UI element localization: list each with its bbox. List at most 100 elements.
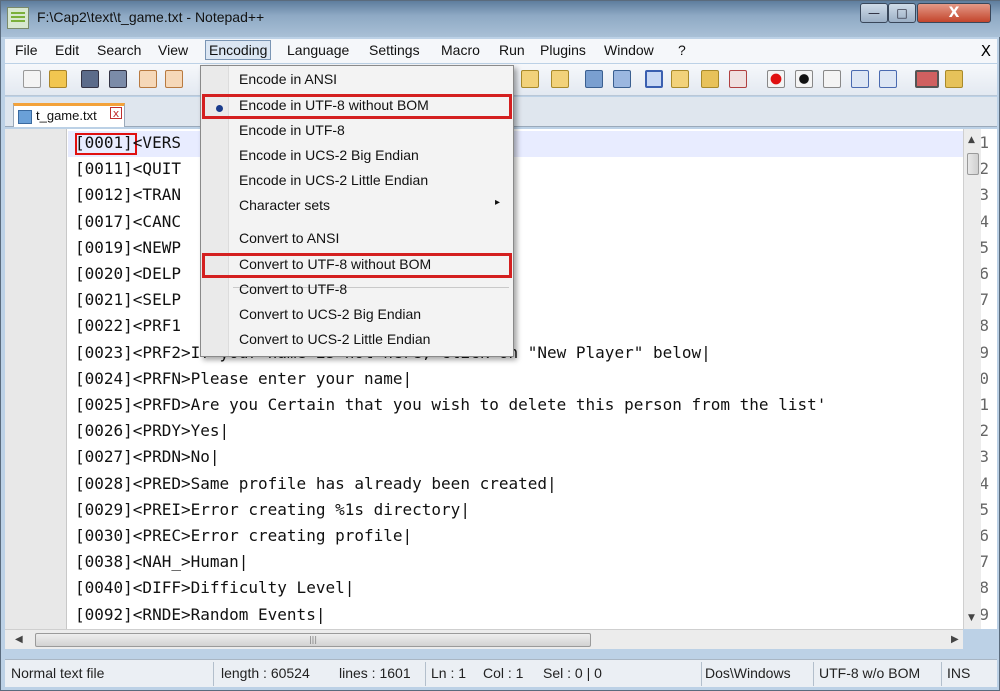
line-number-gutter xyxy=(5,129,67,629)
menu-search[interactable]: Search xyxy=(97,42,141,58)
code-line[interactable]: [0038]<NAH_>Human| xyxy=(75,552,248,571)
zoom-in-icon[interactable] xyxy=(521,70,539,88)
menu-item-encode-in-ansi[interactable]: Encode in ANSI xyxy=(202,68,512,93)
status-encoding: UTF-8 w/o BOM xyxy=(819,665,921,681)
code-line[interactable]: [0025]<PRFD>Are you Certain that you wis… xyxy=(75,395,826,414)
run-macro-multiple-icon[interactable] xyxy=(851,70,869,88)
code-line[interactable]: [0040]<DIFF>Difficulty Level| xyxy=(75,578,354,597)
status-sel: Sel : 0 | 0 xyxy=(543,665,602,681)
menu-item-label: Convert to UTF-8 without BOM xyxy=(239,256,432,272)
menu-encoding[interactable]: Encoding xyxy=(205,40,272,60)
indent-guide-icon[interactable] xyxy=(671,70,689,88)
open-file-icon[interactable] xyxy=(49,70,67,88)
menu-item-convert-to-utf-8-without-bom[interactable]: Convert to UTF-8 without BOM xyxy=(202,253,512,278)
menu-item-label: Convert to ANSI xyxy=(239,230,340,246)
menu-macro[interactable]: Macro xyxy=(441,42,480,58)
close-all-icon[interactable] xyxy=(165,70,183,88)
play-macro-icon[interactable] xyxy=(823,70,841,88)
status-col: Col : 1 xyxy=(483,665,524,681)
scroll-right-arrow-icon[interactable]: ▶ xyxy=(951,634,959,645)
menu-window[interactable]: Window xyxy=(604,42,654,58)
menu-item-encode-in-utf-8-without-bom[interactable]: Encode in UTF-8 without BOM xyxy=(202,94,512,119)
menu-item-character-sets[interactable]: Character sets ▸ xyxy=(202,194,512,219)
menu-item-encode-in-ucs-2-big-endian[interactable]: Encode in UCS-2 Big Endian xyxy=(202,144,512,169)
scroll-left-arrow-icon[interactable]: ◀ xyxy=(15,634,23,645)
menu-view[interactable]: View xyxy=(158,42,188,58)
scroll-down-arrow-icon[interactable]: ▼ xyxy=(968,613,975,623)
code-line[interactable]: [0030]<PREC>Error creating profile| xyxy=(75,526,412,545)
code-line[interactable]: [0001]<VERS xyxy=(75,133,181,152)
code-line[interactable]: [0021]<SELP xyxy=(75,290,181,309)
menu-help[interactable]: ? xyxy=(678,42,686,58)
folder-icon[interactable] xyxy=(701,70,719,88)
new-file-icon[interactable] xyxy=(23,70,41,88)
notepadpp-window: F:\Cap2\text\t_game.txt - Notepad++ — □ … xyxy=(0,0,1000,691)
tab-label: t_game.txt xyxy=(36,108,97,123)
menu-edit[interactable]: Edit xyxy=(55,42,79,58)
status-eol: Dos\Windows xyxy=(705,665,791,681)
menu-file[interactable]: File xyxy=(15,42,38,58)
menu-item-label: Encode in ANSI xyxy=(239,71,338,87)
menu-item-convert-to-ansi[interactable]: Convert to ANSI xyxy=(202,227,512,252)
spell-check-icon[interactable] xyxy=(915,70,939,88)
menu-settings[interactable]: Settings xyxy=(369,42,420,58)
vertical-scroll-thumb[interactable] xyxy=(967,153,979,175)
close-icon[interactable] xyxy=(139,70,157,88)
misc-icon[interactable] xyxy=(945,70,963,88)
close-window-button[interactable]: X xyxy=(917,3,991,23)
menu-item-convert-to-utf-8[interactable]: Convert to UTF-8 xyxy=(202,278,512,303)
menu-item-convert-to-ucs-2-big-endian[interactable]: Convert to UCS-2 Big Endian xyxy=(202,303,512,328)
status-separator xyxy=(213,662,214,686)
status-file-type: Normal text file xyxy=(11,665,105,681)
code-line[interactable]: [0092]<RNDE>Random Events| xyxy=(75,605,325,624)
window-title: F:\Cap2\text\t_game.txt - Notepad++ xyxy=(37,9,265,25)
menu-language[interactable]: Language xyxy=(287,42,349,58)
status-separator xyxy=(813,662,814,686)
zoom-out-icon[interactable] xyxy=(551,70,569,88)
save-all-icon[interactable] xyxy=(109,70,127,88)
record-macro-icon[interactable] xyxy=(767,70,785,88)
horizontal-scrollbar[interactable]: ◀ ||| ▶ xyxy=(5,629,963,649)
encoding-dropdown-menu: Encode in ANSI Encode in UTF-8 without BO… xyxy=(200,65,514,357)
menu-item-encode-in-ucs-2-little-endian[interactable]: Encode in UCS-2 Little Endian xyxy=(202,169,512,194)
document-icon xyxy=(18,110,32,124)
save-icon[interactable] xyxy=(81,70,99,88)
show-all-chars-icon[interactable] xyxy=(645,70,663,88)
menu-run[interactable]: Run xyxy=(499,42,525,58)
save-macro-icon[interactable] xyxy=(879,70,897,88)
code-line[interactable]: [0026]<PRDY>Yes| xyxy=(75,421,229,440)
code-line[interactable]: [0012]<TRAN xyxy=(75,185,181,204)
status-lines: lines : 1601 xyxy=(339,665,411,681)
code-line[interactable]: [0028]<PRED>Same profile has already bee… xyxy=(75,474,557,493)
code-line[interactable]: [0019]<NEWP xyxy=(75,238,181,257)
selected-radio-icon xyxy=(216,105,223,112)
word-wrap-icon[interactable] xyxy=(613,70,631,88)
menu-plugins[interactable]: Plugins xyxy=(540,42,586,58)
code-line[interactable]: [0027]<PRDN>No| xyxy=(75,447,220,466)
minimize-button[interactable]: — xyxy=(860,3,888,23)
horizontal-scroll-thumb[interactable]: ||| xyxy=(35,633,591,647)
tab-close-icon[interactable]: x xyxy=(110,107,122,120)
scroll-up-arrow-icon[interactable]: ▲ xyxy=(968,135,975,145)
status-ln: Ln : 1 xyxy=(431,665,467,681)
vertical-scrollbar[interactable]: ▲ ▼ xyxy=(963,129,981,629)
maximize-button[interactable]: □ xyxy=(888,3,916,23)
menu-bar: File Edit Search View Encoding Language … xyxy=(5,39,997,63)
doc-map-icon[interactable] xyxy=(729,70,747,88)
code-line[interactable]: [0024]<PRFN>Please enter your name| xyxy=(75,369,412,388)
code-line[interactable]: [0011]<QUIT xyxy=(75,159,181,178)
stop-record-icon[interactable] xyxy=(795,70,813,88)
code-line[interactable]: [0017]<CANC xyxy=(75,212,181,231)
menu-item-label: Encode in UCS-2 Big Endian xyxy=(239,147,419,163)
code-line[interactable]: [0020]<DELP xyxy=(75,264,181,283)
close-document-icon[interactable]: X xyxy=(981,42,991,60)
sync-scroll-icon[interactable] xyxy=(585,70,603,88)
tab-t-game[interactable]: t_game.txt x xyxy=(13,103,125,127)
menu-item-convert-to-ucs-2-little-endian[interactable]: Convert to UCS-2 Little Endian xyxy=(202,328,512,353)
code-line[interactable]: [0029]<PREI>Error creating %1s directory… xyxy=(75,500,470,519)
status-separator xyxy=(425,662,426,686)
menu-item-label: Encode in UTF-8 without BOM xyxy=(239,97,429,113)
title-bar: F:\Cap2\text\t_game.txt - Notepad++ — □ … xyxy=(1,1,1000,37)
status-length: length : 60524 xyxy=(221,665,310,681)
menu-item-encode-in-utf-8[interactable]: Encode in UTF-8 xyxy=(202,119,512,144)
